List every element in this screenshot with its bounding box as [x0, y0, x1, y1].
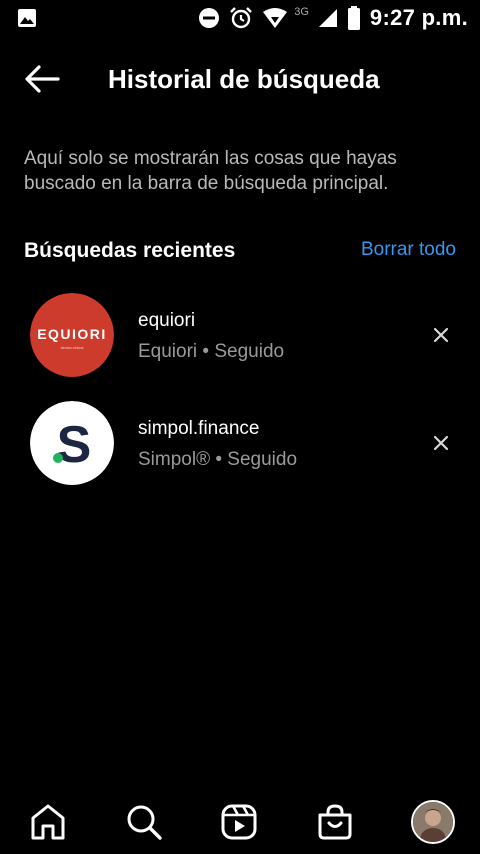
section-title: Búsquedas recientes: [24, 239, 236, 262]
account-subtitle: Equiori • Seguido: [138, 341, 285, 362]
battery-icon: [347, 6, 360, 30]
account-subtitle: Simpol® • Seguido: [138, 449, 298, 470]
alarm-icon: [230, 7, 253, 29]
image-notification-icon: [18, 9, 36, 27]
avatar: S: [30, 401, 114, 485]
status-bar: 3G 9:27 p.m.: [0, 0, 480, 36]
brand-logo-dot: [53, 453, 63, 463]
page-title: Historial de búsqueda: [108, 64, 380, 94]
list-item[interactable]: EQUIORI tienda virtual equiori Equiori •…: [0, 288, 480, 396]
shop-icon[interactable]: [315, 802, 355, 842]
list-item-text: equiori Equiori • Seguido: [138, 308, 284, 365]
app-header: Historial de búsqueda: [0, 50, 480, 108]
account-username: equiori: [138, 310, 196, 331]
close-icon[interactable]: [430, 432, 452, 454]
clear-all-button[interactable]: Borrar todo: [361, 239, 456, 261]
search-history-screen: 3G 9:27 p.m. Historial de búsqueda Aquí …: [0, 0, 480, 854]
do-not-disturb-icon: [199, 8, 220, 28]
brand-logo-tagline: tienda virtual: [61, 345, 84, 350]
network-type-label: 3G: [294, 6, 309, 18]
account-username: simpol.finance: [138, 418, 260, 439]
search-icon[interactable]: [124, 802, 164, 842]
recent-searches-list: EQUIORI tienda virtual equiori Equiori •…: [0, 288, 480, 504]
status-icons: 3G 9:27 p.m.: [189, 5, 468, 31]
profile-avatar[interactable]: [411, 800, 455, 844]
reels-icon[interactable]: [219, 802, 259, 842]
close-icon[interactable]: [430, 324, 452, 346]
clock: 9:27 p.m.: [369, 5, 468, 30]
list-item-text: simpol.finance Simpol® • Seguido: [138, 416, 297, 473]
recent-searches-header: Búsquedas recientes Borrar todo: [24, 236, 456, 268]
home-icon[interactable]: [28, 802, 68, 842]
bottom-navigation: [0, 794, 480, 854]
wifi-icon: [263, 8, 288, 28]
avatar: EQUIORI tienda virtual: [30, 293, 114, 377]
brand-logo-text: EQUIORI: [37, 326, 107, 342]
list-item[interactable]: S simpol.finance Simpol® • Seguido: [0, 396, 480, 504]
back-arrow-icon[interactable]: [22, 62, 62, 96]
info-text: Aquí solo se mostrarán las cosas que hay…: [24, 148, 397, 194]
brand-logo-letter: S: [57, 416, 92, 474]
signal-icon: [318, 9, 337, 27]
